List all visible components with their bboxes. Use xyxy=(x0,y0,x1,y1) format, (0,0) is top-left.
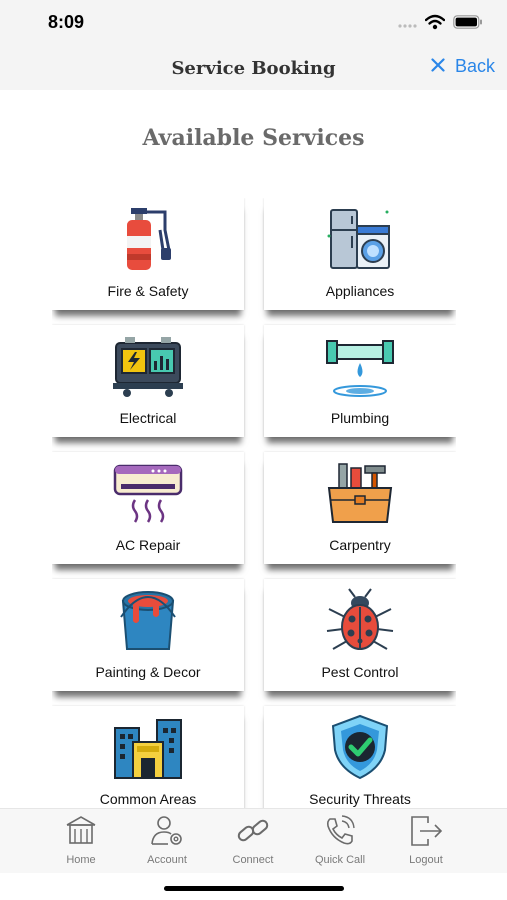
service-label: Common Areas xyxy=(99,791,197,807)
tab-label: Home xyxy=(66,854,96,866)
toolbox-icon xyxy=(325,460,395,526)
service-label: Pest Control xyxy=(321,664,399,680)
tab-label: Quick Call xyxy=(314,854,366,866)
tab-bar: Home Account Connect Quick Call Logout xyxy=(0,808,507,873)
tab-account[interactable]: Account xyxy=(124,809,210,874)
service-card-fire-safety[interactable]: Fire & Safety xyxy=(52,198,244,310)
home-indicator xyxy=(164,886,344,891)
close-icon xyxy=(431,56,445,77)
tab-home[interactable]: Home xyxy=(38,809,124,874)
appliances-icon xyxy=(325,206,395,272)
phone-call-icon xyxy=(322,813,358,849)
link-icon xyxy=(235,813,271,849)
tab-connect[interactable]: Connect xyxy=(210,809,296,874)
buildings-icon xyxy=(113,714,183,780)
tab-label: Logout xyxy=(409,854,443,866)
status-bar: 8:09 xyxy=(0,0,507,44)
account-settings-icon xyxy=(149,813,185,849)
tab-quick-call[interactable]: Quick Call xyxy=(297,809,383,874)
signal-icon xyxy=(397,16,417,34)
service-label: Fire & Safety xyxy=(107,283,189,299)
service-card-ac-repair[interactable]: AC Repair xyxy=(52,452,244,564)
service-card-electrical[interactable]: Electrical xyxy=(52,325,244,437)
pipe-icon xyxy=(325,333,395,399)
services-grid: Fire & Safety Appliances Electrical Plum… xyxy=(52,198,456,808)
home-icon xyxy=(63,813,99,849)
tab-label: Connect xyxy=(232,854,274,866)
service-card-security-threats[interactable]: Security Threats xyxy=(264,706,456,808)
wifi-icon xyxy=(424,14,446,35)
service-label: Electrical xyxy=(119,410,177,426)
air-conditioner-icon xyxy=(113,460,183,526)
fire-extinguisher-icon xyxy=(113,206,183,272)
service-card-painting-decor[interactable]: Painting & Decor xyxy=(52,579,244,691)
paint-bucket-icon xyxy=(113,587,183,653)
service-label: AC Repair xyxy=(115,537,181,553)
shield-check-icon xyxy=(325,714,395,780)
service-label: Appliances xyxy=(325,283,395,299)
service-label: Carpentry xyxy=(329,537,391,553)
electrical-panel-icon xyxy=(113,333,183,399)
service-card-pest-control[interactable]: Pest Control xyxy=(264,579,456,691)
service-card-common-areas[interactable]: Common Areas xyxy=(52,706,244,808)
tab-logout[interactable]: Logout xyxy=(383,809,469,874)
battery-icon xyxy=(453,15,483,34)
section-title: Available Services xyxy=(142,125,365,151)
service-card-carpentry[interactable]: Carpentry xyxy=(264,452,456,564)
back-button[interactable]: Back xyxy=(431,56,495,77)
logout-icon xyxy=(408,813,444,849)
back-label: Back xyxy=(454,56,495,76)
service-label: Plumbing xyxy=(330,410,390,426)
ladybug-icon xyxy=(325,587,395,653)
service-card-plumbing[interactable]: Plumbing xyxy=(264,325,456,437)
service-label: Security Threats xyxy=(309,791,411,807)
nav-bar: Service Booking Back xyxy=(0,44,507,90)
status-icons xyxy=(397,14,483,35)
service-label: Painting & Decor xyxy=(95,664,201,680)
service-card-appliances[interactable]: Appliances xyxy=(264,198,456,310)
status-time: 8:09 xyxy=(48,12,85,32)
tab-label: Account xyxy=(147,854,187,866)
